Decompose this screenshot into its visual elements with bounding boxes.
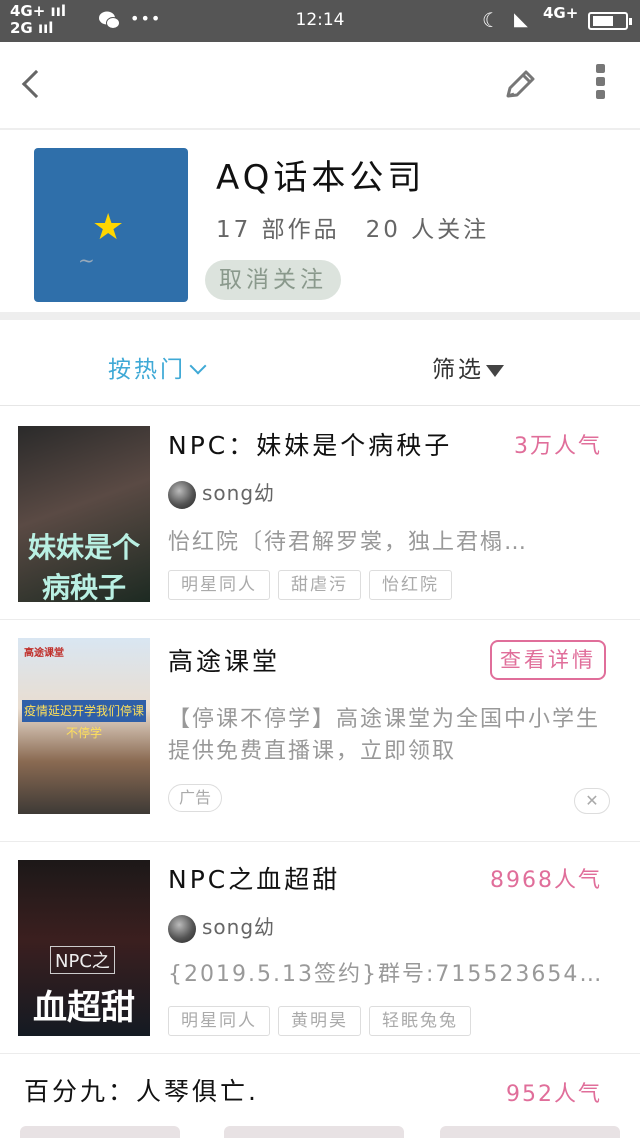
filter-bar: 按热门 筛选 [0, 328, 640, 406]
works-count: 17 部作品 [216, 217, 340, 243]
cover-title: 妹妹是个病秧子 [27, 531, 140, 602]
battery-icon [588, 12, 632, 30]
back-icon[interactable] [21, 69, 51, 99]
book-title[interactable]: NPC：妹妹是个病秧子 [168, 426, 452, 462]
tag[interactable]: 怡红院 [369, 570, 452, 600]
status-bar: 4G+ ııl 2G ııl ••• 12:14 ☾ ◣ 4G+ [0, 0, 640, 42]
funnel-icon [486, 365, 504, 377]
followers-count: 20 人关注 [365, 217, 490, 243]
author-avatar [168, 914, 196, 943]
book-title[interactable]: 百分九：人琴俱亡. [24, 1072, 259, 1108]
close-ad-icon[interactable]: ✕ [574, 788, 610, 814]
ad-title[interactable]: 高途课堂 [168, 642, 280, 678]
star-icon: ★ [92, 207, 125, 248]
author-name: song幼 [202, 915, 276, 939]
author[interactable]: song幼 [168, 478, 276, 509]
image-strip [20, 1126, 180, 1138]
ad-image[interactable]: 高途课堂 疫情延迟开学我们停课不停学 [18, 638, 150, 814]
ad-item[interactable]: 高途课堂 疫情延迟开学我们停课不停学 高途课堂 查看详情 【停课不停学】高途课堂… [0, 620, 640, 842]
chevron-down-icon [189, 357, 207, 375]
publisher-stats: 17 部作品 20 人关注 [216, 210, 489, 244]
author[interactable]: song幼 [168, 912, 276, 943]
popularity: 3万人气 [514, 434, 602, 459]
ad-badge: 广告 [168, 784, 223, 812]
ad-image-slogan: 疫情延迟开学我们停课不停学 [22, 700, 146, 740]
filter-label: 筛选 [432, 357, 484, 383]
list-item[interactable]: 百分九：人琴俱亡. 952人气 [0, 1054, 640, 1138]
network-type-right: 4G+ [543, 4, 579, 22]
popularity: 8968人气 [490, 868, 602, 893]
more-menu-icon[interactable] [588, 64, 612, 104]
tag[interactable]: 明星同人 [168, 570, 270, 600]
pencil-icon[interactable] [500, 66, 540, 106]
sort-label: 按热门 [108, 357, 186, 383]
book-title[interactable]: NPC之血超甜 [168, 860, 340, 896]
author-name: song幼 [202, 481, 276, 505]
tag-list: 明星同人 甜虐污 怡红院 [168, 570, 460, 600]
tag-list: 明星同人 黄明昊 轻眠兔兔 [168, 1006, 479, 1036]
book-cover[interactable]: NPC之 血超甜 [18, 860, 150, 1036]
publisher-profile: ★ ~ AQ话本公司 17 部作品 20 人关注 取消关注 [0, 130, 640, 320]
tag[interactable]: 黄明昊 [278, 1006, 361, 1036]
book-description: 怡红院〔待君解罗裳，独上君榻… [168, 530, 529, 555]
list-item[interactable]: NPC之 血超甜 NPC之血超甜 8968人气 song幼 {2019.5.13… [0, 842, 640, 1054]
tag[interactable]: 轻眠兔兔 [369, 1006, 471, 1036]
popularity: 952人气 [506, 1082, 602, 1107]
book-cover[interactable]: 妹妹是个病秧子 [18, 426, 150, 602]
moon-icon: ☾ [482, 8, 500, 32]
book-description: {2019.5.13签约}群号:715523654怡红院〔 [168, 962, 618, 987]
publisher-name: AQ话本公司 [216, 158, 426, 198]
sort-dropdown[interactable]: 按热门 [108, 350, 207, 384]
ad-description: 【停课不停学】高途课堂为全国中小学生提供免费直播课，立即领取 [168, 707, 601, 764]
view-details-button[interactable]: 查看详情 [490, 640, 606, 680]
author-avatar [168, 480, 196, 509]
avatar-signature: ~ [78, 248, 95, 272]
tag[interactable]: 甜虐污 [278, 570, 361, 600]
image-strip [440, 1126, 620, 1138]
list-item[interactable]: 妹妹是个病秧子 NPC：妹妹是个病秧子 3万人气 song幼 怡红院〔待君解罗裳… [0, 406, 640, 620]
publisher-avatar: ★ ~ [34, 148, 188, 302]
unfollow-button[interactable]: 取消关注 [205, 260, 341, 300]
ad-image-brand: 高途课堂 [24, 648, 64, 659]
nav-bar [0, 42, 640, 130]
mute-icon: ◣ [514, 9, 528, 30]
filter-button[interactable]: 筛选 [432, 350, 504, 384]
image-strip [224, 1126, 404, 1138]
cover-title: 血超甜 [33, 988, 135, 1028]
cover-subtitle: NPC之 [50, 946, 115, 974]
tag[interactable]: 明星同人 [168, 1006, 270, 1036]
